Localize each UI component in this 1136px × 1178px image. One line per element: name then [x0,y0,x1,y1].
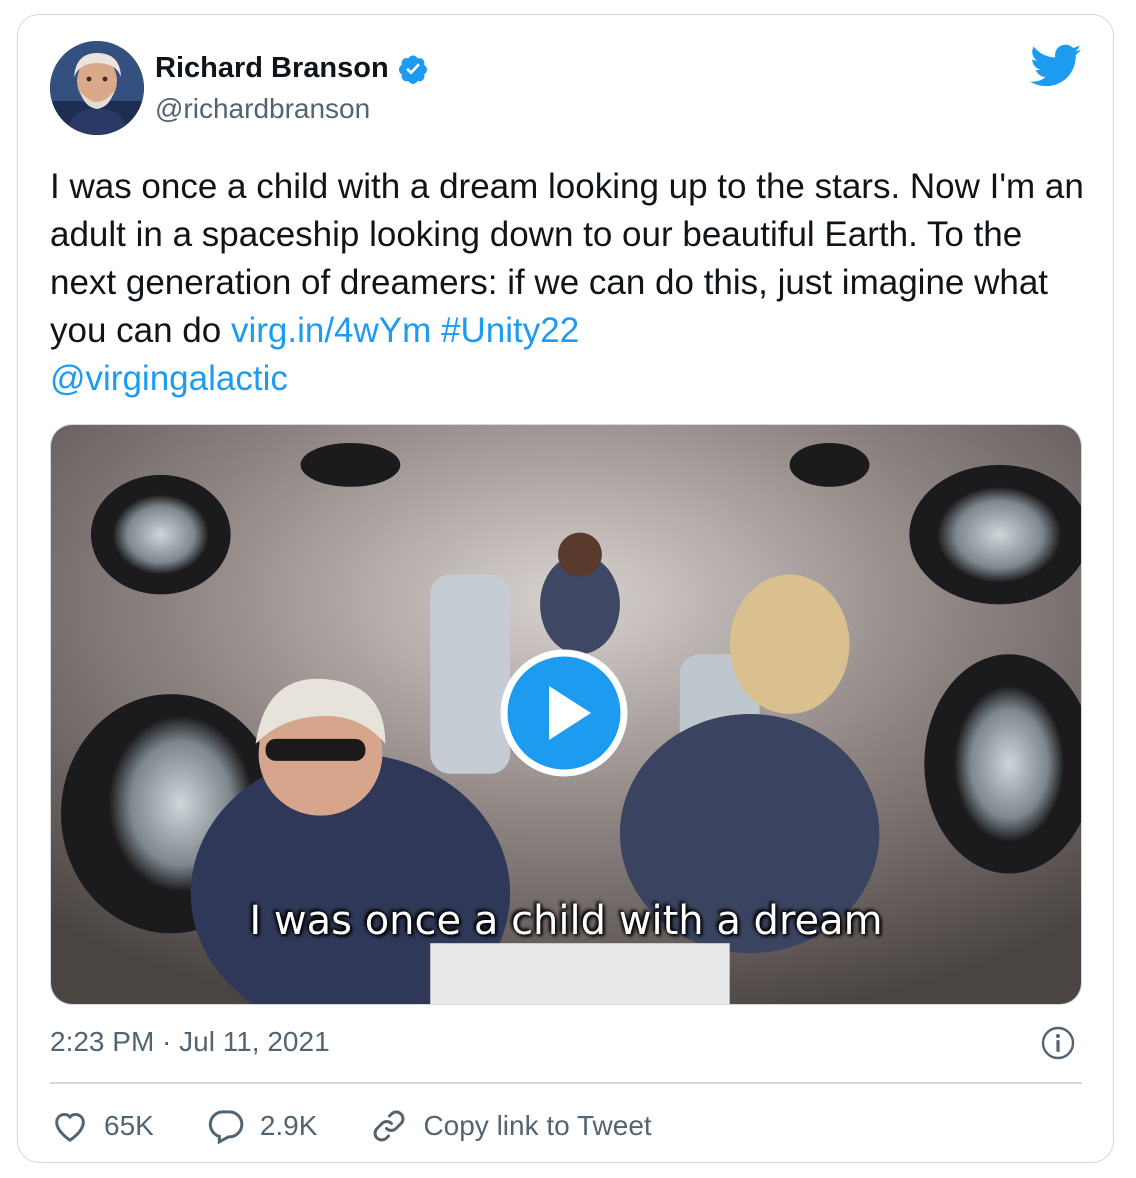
divider [50,1082,1082,1084]
heart-icon [55,1113,85,1142]
info-icon[interactable] [1040,1025,1076,1061]
tweet-text: I was once a child with a dream looking … [50,163,1090,403]
twitter-bird-icon[interactable] [1030,44,1082,88]
author-handle[interactable]: @richardbranson [155,93,370,125]
tweet-link[interactable]: virg.in/4wYm [231,311,431,350]
reply-count: 2.9K [259,1110,318,1141]
tweet-mention[interactable]: @virgingalactic [50,359,288,398]
video-caption-overlay: I was once a child with a dream [249,898,883,944]
copy-link-label: Copy link to Tweet [423,1110,652,1141]
author-name[interactable]: Richard Branson [155,52,389,85]
copy-link-button[interactable]: Copy link to Tweet [369,1106,652,1146]
reply-icon [208,1110,244,1145]
tweet-hashtag[interactable]: #Unity22 [441,311,579,350]
play-icon[interactable] [499,648,629,778]
tweet-actions: 65K 2.9K Copy link to Tweet [50,1104,704,1148]
avatar[interactable] [50,41,144,135]
verified-badge-icon [397,53,429,85]
reply-button[interactable]: 2.9K [206,1106,318,1146]
like-button[interactable]: 65K [50,1106,154,1146]
author-name-row[interactable]: Richard Branson [155,52,429,85]
like-count: 65K [104,1110,154,1141]
link-icon [374,1110,405,1142]
tweet-timestamp[interactable]: 2:23 PM · Jul 11, 2021 [50,1026,330,1058]
